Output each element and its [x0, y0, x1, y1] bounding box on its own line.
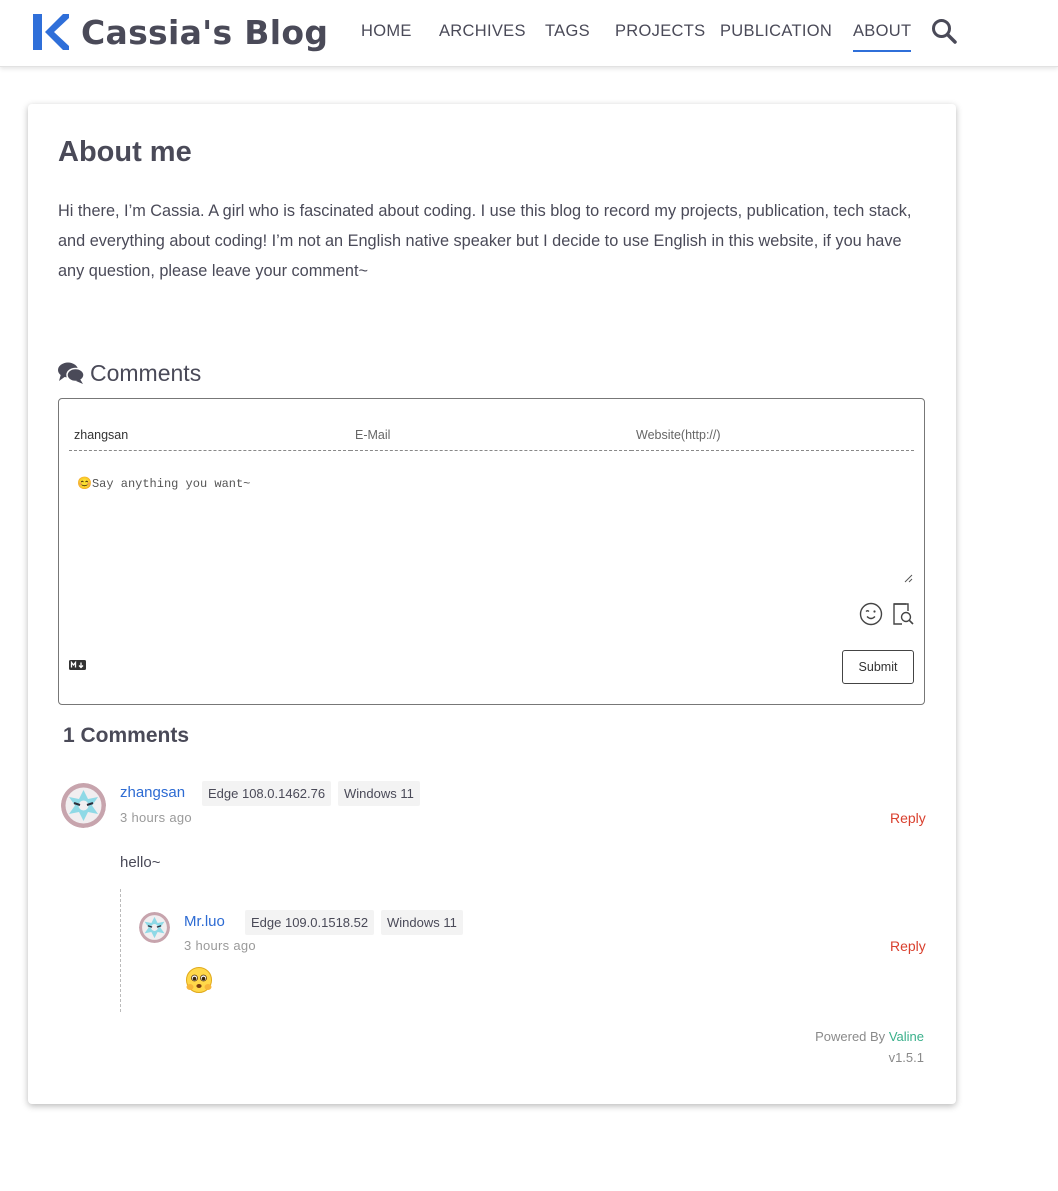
site-logo-icon[interactable] — [33, 14, 69, 50]
reply-author[interactable]: Mr.luo — [184, 913, 225, 930]
reply-time: 3 hours ago — [184, 938, 256, 953]
nickname-field[interactable] — [69, 419, 351, 451]
website-field[interactable] — [631, 419, 914, 451]
avatar — [61, 783, 106, 828]
top-navbar: Cassia's Blog HOME ARCHIVES TAGS PROJECT… — [0, 0, 1058, 67]
worried-face-emoji-icon — [186, 967, 212, 993]
os-badge: Windows 11 — [338, 781, 420, 806]
nav-home[interactable]: HOME — [361, 22, 412, 41]
submit-button[interactable]: Submit — [842, 650, 914, 684]
powered-by: Powered By Valine — [815, 1029, 924, 1044]
browser-badge: Edge 108.0.1462.76 — [202, 781, 332, 806]
comments-heading-label: Comments — [90, 360, 202, 386]
nav-publication[interactable]: PUBLICATION — [720, 22, 832, 41]
avatar — [139, 912, 170, 943]
comments-count: 1 Comments — [63, 724, 190, 747]
emoji-picker-icon[interactable] — [859, 602, 883, 626]
search-icon[interactable] — [931, 18, 957, 44]
page-title: About me — [58, 136, 192, 168]
preview-icon[interactable] — [891, 602, 915, 626]
comments-heading: Comments — [58, 360, 201, 387]
browser-badge: Edge 109.0.1518.52 — [245, 910, 375, 935]
nav-projects[interactable]: PROJECTS — [615, 22, 705, 41]
comment-textarea[interactable] — [69, 461, 914, 585]
nav-archives[interactable]: ARCHIVES — [439, 22, 526, 41]
nav-about[interactable]: ABOUT — [853, 22, 912, 52]
powered-by-prefix: Powered By — [815, 1029, 886, 1044]
comment-form: Submit — [58, 398, 925, 705]
resize-handle-icon[interactable] — [903, 573, 913, 583]
markdown-icon — [69, 660, 86, 670]
site-title[interactable]: Cassia's Blog — [81, 13, 328, 52]
reply-link[interactable]: Reply — [890, 938, 926, 954]
reply-link[interactable]: Reply — [890, 810, 926, 826]
comment-author[interactable]: zhangsan — [120, 784, 185, 801]
nav-tags[interactable]: TAGS — [545, 22, 590, 41]
reply-thread-line — [120, 889, 121, 1012]
comment-content: hello~ — [120, 854, 161, 871]
comments-icon — [58, 362, 85, 384]
email-field[interactable] — [350, 419, 632, 451]
valine-version: v1.5.1 — [888, 1050, 924, 1065]
valine-link[interactable]: Valine — [889, 1029, 924, 1044]
os-badge: Windows 11 — [381, 910, 463, 935]
comment-time: 3 hours ago — [120, 810, 192, 825]
intro-paragraph: Hi there, I’m Cassia. A girl who is fasc… — [58, 202, 912, 280]
